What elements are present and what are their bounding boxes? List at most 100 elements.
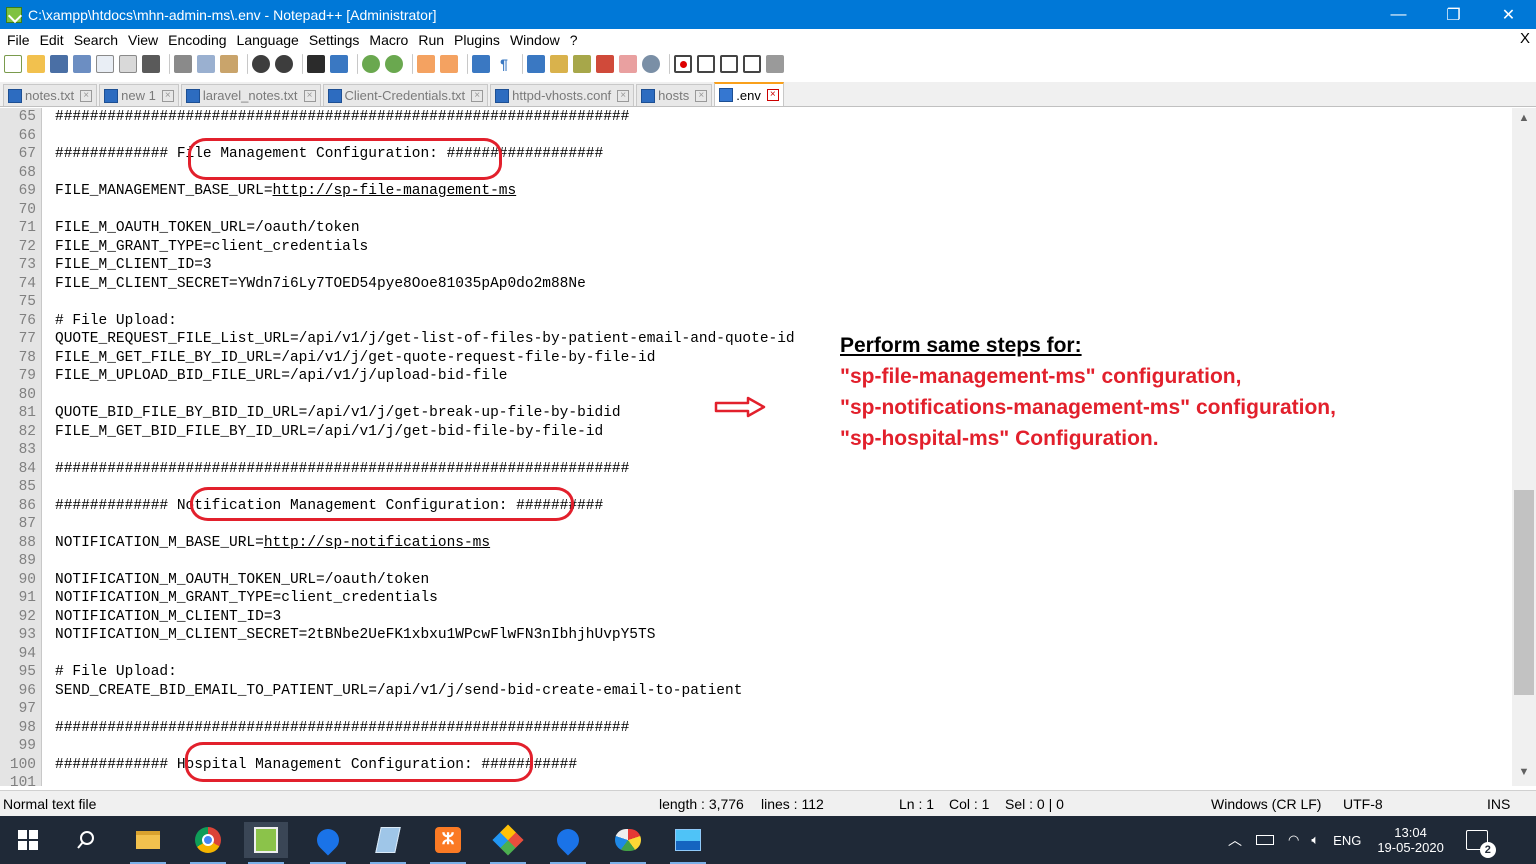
battery-icon[interactable]	[1256, 835, 1274, 845]
tab-close-icon[interactable]: ×	[161, 89, 174, 102]
monitoring-icon[interactable]	[642, 55, 660, 73]
menu-help[interactable]: ?	[565, 32, 583, 48]
close-document-button[interactable]: X	[1520, 30, 1530, 47]
code-line-url[interactable]: http://sp-file-management-ms	[273, 183, 517, 199]
maps-pin-2-icon[interactable]	[546, 822, 590, 864]
cut-icon[interactable]	[174, 55, 192, 73]
tab-new-1[interactable]: new 1 ×	[99, 84, 179, 106]
undo-icon[interactable]	[252, 55, 270, 73]
menu-window[interactable]: Window	[505, 32, 565, 48]
paste-icon[interactable]	[220, 55, 238, 73]
tab-hosts[interactable]: hosts ×	[636, 84, 713, 106]
word-wrap-icon[interactable]	[472, 55, 490, 73]
copy-icon[interactable]	[197, 55, 215, 73]
menu-search[interactable]: Search	[69, 32, 123, 48]
close-button[interactable]: ✕	[1481, 0, 1536, 29]
scroll-up-icon[interactable]: ▲	[1512, 112, 1536, 130]
xampp-icon[interactable]: ⵣ	[426, 822, 470, 864]
tab-httpd-vhosts[interactable]: httpd-vhosts.conf ×	[490, 84, 635, 106]
zoom-in-icon[interactable]	[362, 55, 380, 73]
open-file-icon[interactable]	[27, 55, 45, 73]
record-macro-icon[interactable]	[674, 55, 692, 73]
menu-view[interactable]: View	[123, 32, 163, 48]
scrollbar-thumb[interactable]	[1514, 490, 1534, 695]
code-line: FILE_M_OAUTH_TOKEN_URL=/oauth/token	[55, 219, 360, 238]
menu-edit[interactable]: Edit	[35, 32, 69, 48]
notification-center-icon[interactable]: 2	[1465, 830, 1496, 858]
function-list-icon[interactable]	[596, 55, 614, 73]
redo-icon[interactable]	[275, 55, 293, 73]
clock[interactable]: 13:04 19-05-2020	[1377, 825, 1444, 855]
notes-pencil-icon[interactable]	[366, 822, 410, 864]
chevron-up-icon[interactable]: ︿	[1228, 830, 1242, 850]
play-macro-icon[interactable]	[720, 55, 738, 73]
menu-file[interactable]: File	[2, 32, 35, 48]
tab-laravel-notes[interactable]: laravel_notes.txt ×	[180, 84, 321, 106]
scroll-down-icon[interactable]: ▼	[1512, 766, 1536, 784]
close-all-icon[interactable]	[119, 55, 137, 73]
tab-close-icon[interactable]: ×	[695, 89, 708, 102]
code-line-url[interactable]: http://sp-notifications-ms	[264, 535, 490, 551]
search-icon[interactable]	[64, 822, 108, 858]
line-number: 86	[18, 497, 36, 514]
close-file-icon[interactable]	[96, 55, 114, 73]
notepad-plus-plus-taskbar-icon[interactable]	[244, 822, 288, 864]
chrome-icon[interactable]	[186, 822, 230, 864]
new-file-icon[interactable]	[4, 55, 22, 73]
line-number: 76	[18, 312, 36, 329]
tab-close-icon[interactable]: ×	[80, 89, 93, 102]
indent-guide-icon[interactable]	[527, 55, 545, 73]
volume-icon[interactable]: 🔈︎	[1311, 832, 1319, 848]
code-line: NOTIFICATION_M_GRANT_TYPE=client_credent…	[55, 589, 438, 608]
paint-icon[interactable]	[606, 822, 650, 864]
replace-icon[interactable]	[330, 55, 348, 73]
code-line-text: NOTIFICATION_M_CLIENT_ID=3	[55, 608, 282, 625]
restore-button[interactable]: ❐	[1426, 0, 1481, 29]
file-explorer-icon[interactable]	[126, 822, 170, 864]
line-number: 95	[18, 664, 36, 680]
menu-settings[interactable]: Settings	[304, 32, 365, 48]
code-line: FILE_M_UPLOAD_BID_FILE_URL=/api/v1/j/upl…	[55, 367, 507, 386]
tab-notes-txt[interactable]: notes.txt ×	[3, 84, 98, 106]
start-icon[interactable]	[6, 822, 50, 858]
tab-client-credentials[interactable]: Client-Credentials.txt ×	[322, 84, 489, 106]
save-icon[interactable]	[50, 55, 68, 73]
save-macro-icon[interactable]	[766, 55, 784, 73]
tab-close-icon[interactable]: ×	[766, 89, 779, 101]
menu-language[interactable]: Language	[232, 32, 304, 48]
code-line-text: ########################################…	[55, 460, 630, 477]
stop-macro-icon[interactable]	[697, 55, 715, 73]
tab-close-icon[interactable]: ×	[471, 89, 484, 102]
folder-workspace-icon[interactable]	[619, 55, 637, 73]
code-line: FILE_M_GET_FILE_BY_ID_URL=/api/v1/j/get-…	[55, 349, 655, 368]
sync-vertical-icon[interactable]	[417, 55, 435, 73]
sync-horizontal-icon[interactable]	[440, 55, 458, 73]
vertical-scrollbar[interactable]: ▲ ▼	[1512, 108, 1536, 786]
run-macro-multiple-icon[interactable]	[743, 55, 761, 73]
language-icon[interactable]	[550, 55, 568, 73]
print-icon[interactable]	[142, 55, 160, 73]
minimize-button[interactable]: —	[1371, 0, 1426, 29]
find-icon[interactable]	[307, 55, 325, 73]
file-icon	[495, 88, 510, 103]
git-kraken-icon[interactable]	[486, 822, 530, 864]
code-line: # File Upload:	[55, 663, 177, 682]
tab-close-icon[interactable]: ×	[303, 89, 316, 102]
tab-env[interactable]: .env ×	[714, 82, 784, 106]
show-all-characters-icon[interactable]: ¶	[495, 55, 513, 73]
line-number: 84	[18, 460, 36, 477]
menu-macro[interactable]: Macro	[364, 32, 413, 48]
code-line-text: QUOTE_REQUEST_FILE_List_URL=/api/v1/j/ge…	[55, 331, 795, 347]
menu-plugins[interactable]: Plugins	[449, 32, 505, 48]
maps-pin-icon[interactable]	[306, 822, 350, 864]
document-map-icon[interactable]	[573, 55, 591, 73]
wifi-icon[interactable]: ◠	[1288, 832, 1299, 848]
save-all-icon[interactable]	[73, 55, 91, 73]
tab-close-icon[interactable]: ×	[617, 89, 630, 102]
photos-icon[interactable]	[666, 822, 710, 864]
menu-encoding[interactable]: Encoding	[163, 32, 231, 48]
line-number: 65	[18, 109, 36, 125]
menu-run[interactable]: Run	[413, 32, 449, 48]
language-indicator[interactable]: ENG	[1333, 833, 1361, 848]
zoom-out-icon[interactable]	[385, 55, 403, 73]
